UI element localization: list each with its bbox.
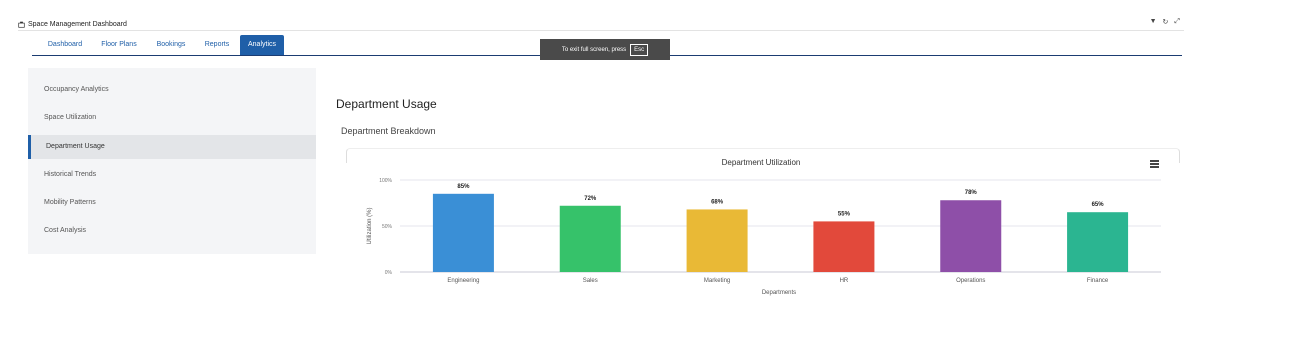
- chart-x-tick-label: Operations: [956, 278, 985, 284]
- chart-bar-finance[interactable]: [1067, 212, 1129, 272]
- chart-y-tick-label: 50%: [382, 224, 393, 230]
- chart-bar-engineering[interactable]: [432, 193, 494, 272]
- chart-data-label: 85%: [457, 184, 470, 190]
- chart-y-tick-label: 0%: [385, 270, 393, 276]
- chart-data-label: 72%: [584, 196, 597, 202]
- chart-x-tick-label: Engineering: [447, 278, 479, 284]
- chart-x-tick-label: Finance: [1087, 278, 1109, 284]
- chart-bar-hr[interactable]: [813, 221, 875, 272]
- chart-data-label: 78%: [965, 190, 978, 196]
- chart-bar-marketing[interactable]: [686, 209, 748, 272]
- chart-data-label: 65%: [1092, 202, 1105, 208]
- chart-x-axis-label: Departments: [762, 290, 796, 296]
- chart-data-label: 55%: [838, 211, 851, 217]
- chart-bar-sales[interactable]: [559, 205, 621, 272]
- chart-x-tick-label: Sales: [583, 278, 598, 284]
- chart-title: Department Utilization: [722, 158, 801, 167]
- chart-bar-operations[interactable]: [940, 200, 1002, 272]
- department-utilization-chart: Department Utilization Departments Utili…: [367, 158, 1161, 296]
- chart-x-tick-label: HR: [840, 278, 849, 284]
- chart-y-axis-label: Utilization (%): [367, 207, 373, 244]
- chart-data-label: 68%: [711, 199, 724, 205]
- chart-y-tick-label: 100%: [379, 178, 392, 184]
- chart-x-tick-label: Marketing: [704, 278, 730, 284]
